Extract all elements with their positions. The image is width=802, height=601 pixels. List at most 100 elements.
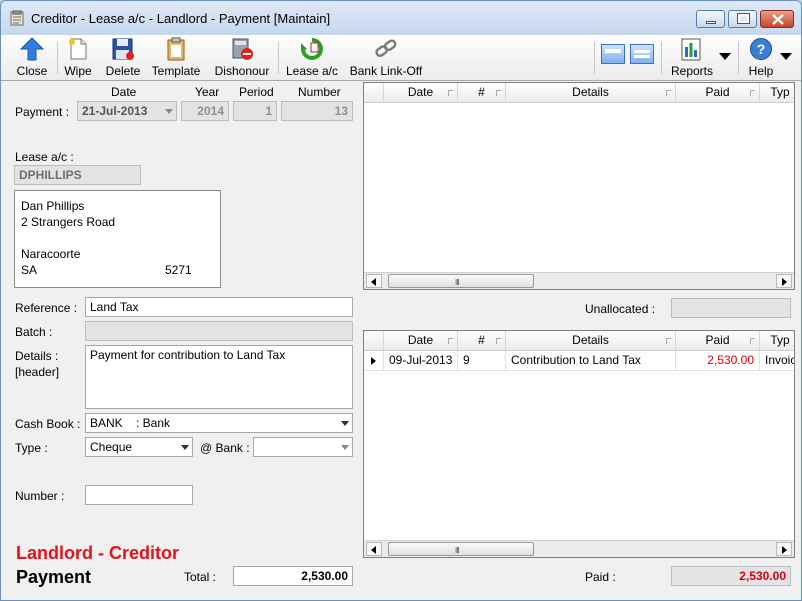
report-chart-icon (681, 38, 701, 61)
reference-input[interactable]: Land Tax (85, 297, 353, 317)
lease-address-box: Dan Phillips 2 Strangers Road Naracoorte… (14, 190, 221, 288)
calculator-cancel-icon (232, 38, 253, 60)
column-header-number[interactable]: # (458, 331, 506, 351)
paid-total-field: 2,530.00 (671, 566, 791, 586)
at-bank-select[interactable] (253, 437, 353, 457)
row-selector-header (364, 83, 384, 103)
payment-year-field: 2014 (181, 101, 229, 121)
toolbar-separator (594, 42, 595, 74)
cashbook-select[interactable]: BANK : Bank (85, 413, 353, 433)
scroll-thumb[interactable]: III (388, 542, 534, 556)
help-button[interactable]: ? Help (743, 35, 779, 81)
horizontal-scrollbar[interactable]: III (364, 540, 794, 557)
batch-label: Batch : (15, 325, 53, 339)
title-bar[interactable]: Creditor - Lease a/c - Landlord - Paymen… (1, 1, 801, 35)
table-row[interactable]: 09-Jul-2013 9 Contribution to Land Tax 2… (364, 351, 795, 371)
address-town: Naracoorte (21, 247, 81, 261)
payment-date-select[interactable]: 21-Jul-2013 (77, 101, 177, 121)
paid-label: Paid : (585, 570, 616, 584)
payment-label: Payment : (15, 105, 70, 119)
column-header-details[interactable]: Details (506, 83, 676, 103)
maximize-button[interactable] (728, 10, 757, 28)
layout-single-button[interactable] (601, 44, 625, 64)
template-button[interactable]: Template (149, 35, 203, 81)
grid-header: Date # Details Paid Typ (364, 331, 794, 351)
column-header-type[interactable]: Typ (760, 331, 794, 351)
column-header-type[interactable]: Typ (760, 83, 794, 103)
refresh-account-icon (301, 38, 323, 60)
outstanding-grid[interactable]: Date # Details Paid Typ III (363, 82, 795, 290)
application-window: Creditor - Lease a/c - Landlord - Paymen… (0, 0, 802, 601)
horizontal-scrollbar[interactable]: III (364, 272, 794, 289)
address-name: Dan Phillips (21, 199, 85, 213)
reference-label: Reference : (15, 301, 78, 315)
number-input[interactable] (85, 485, 193, 505)
chain-link-icon (375, 39, 397, 57)
scroll-left-button[interactable] (366, 274, 382, 288)
close-window-button[interactable] (760, 10, 794, 28)
minimize-icon (706, 21, 716, 24)
new-document-icon (69, 38, 87, 60)
minimize-button[interactable] (696, 10, 725, 28)
year-header: Year (195, 85, 220, 99)
column-header-paid[interactable]: Paid (676, 83, 760, 103)
at-bank-label: @ Bank : (200, 441, 250, 455)
lease-account-button[interactable]: Lease a/c (284, 35, 340, 81)
scroll-right-button[interactable] (776, 274, 792, 288)
column-header-details[interactable]: Details (506, 331, 676, 351)
address-state: SA (21, 263, 38, 277)
number-header: Number (298, 85, 341, 99)
help-dropdown-arrow[interactable] (780, 53, 792, 60)
address-postcode: 5271 (165, 263, 192, 277)
close-icon (772, 14, 784, 25)
allocated-grid[interactable]: Date # Details Paid Typ 09-Jul-2013 9 Co… (363, 330, 795, 558)
scroll-thumb[interactable]: III (388, 274, 534, 288)
form-title-payment: Payment (16, 567, 92, 587)
type-select[interactable]: Cheque (85, 437, 193, 457)
row-type: Invoic (765, 353, 795, 367)
help-icon: ? (750, 38, 772, 60)
details-textarea[interactable]: Payment for contribution to Land Tax (85, 345, 353, 409)
clipboard-icon (167, 37, 185, 61)
wipe-button[interactable]: Wipe (60, 35, 96, 81)
date-header: Date (111, 85, 137, 99)
chevron-down-icon (165, 109, 173, 114)
column-header-date[interactable]: Date (384, 83, 458, 103)
period-header: Period (239, 85, 274, 99)
row-selector[interactable] (364, 351, 384, 371)
row-paid: 2,530.00 (676, 351, 760, 371)
toolbar-separator (661, 42, 662, 74)
arrow-left-icon (371, 546, 376, 554)
scroll-right-button[interactable] (776, 542, 792, 556)
window-split-icon (634, 50, 650, 58)
arrow-left-icon (371, 278, 376, 286)
column-header-paid[interactable]: Paid (676, 331, 760, 351)
row-details: Contribution to Land Tax (506, 351, 676, 371)
form-title-creditor: Landlord - Creditor (16, 543, 179, 563)
layout-split-button[interactable] (630, 44, 654, 64)
current-row-icon (371, 357, 376, 365)
column-header-date[interactable]: Date (384, 331, 458, 351)
address-street: 2 Strangers Road (21, 215, 116, 229)
chevron-down-icon (341, 445, 349, 450)
details-label: Details : (15, 349, 59, 363)
toolbar-separator (278, 42, 279, 74)
chevron-down-icon (181, 445, 189, 450)
toolbar: Close Wipe Delete Template Dishonour Lea… (1, 35, 801, 81)
arrow-right-icon (782, 278, 787, 286)
reports-dropdown-arrow[interactable] (719, 53, 731, 60)
dishonour-button[interactable]: Dishonour (210, 35, 274, 81)
type-label: Type : (15, 441, 48, 455)
bank-link-off-button[interactable]: Bank Link-Off (347, 35, 425, 81)
column-header-number[interactable]: # (458, 83, 506, 103)
unallocated-label: Unallocated : (585, 302, 656, 316)
delete-button[interactable]: Delete (102, 35, 144, 81)
reports-button[interactable]: Reports (667, 35, 717, 81)
arrow-up-icon (20, 37, 44, 61)
save-disk-icon (112, 38, 134, 60)
row-date: 09-Jul-2013 (384, 351, 458, 371)
scroll-left-button[interactable] (366, 542, 382, 556)
total-field: 2,530.00 (233, 566, 353, 586)
total-label: Total : (184, 570, 217, 584)
close-button[interactable]: Close (11, 35, 53, 81)
